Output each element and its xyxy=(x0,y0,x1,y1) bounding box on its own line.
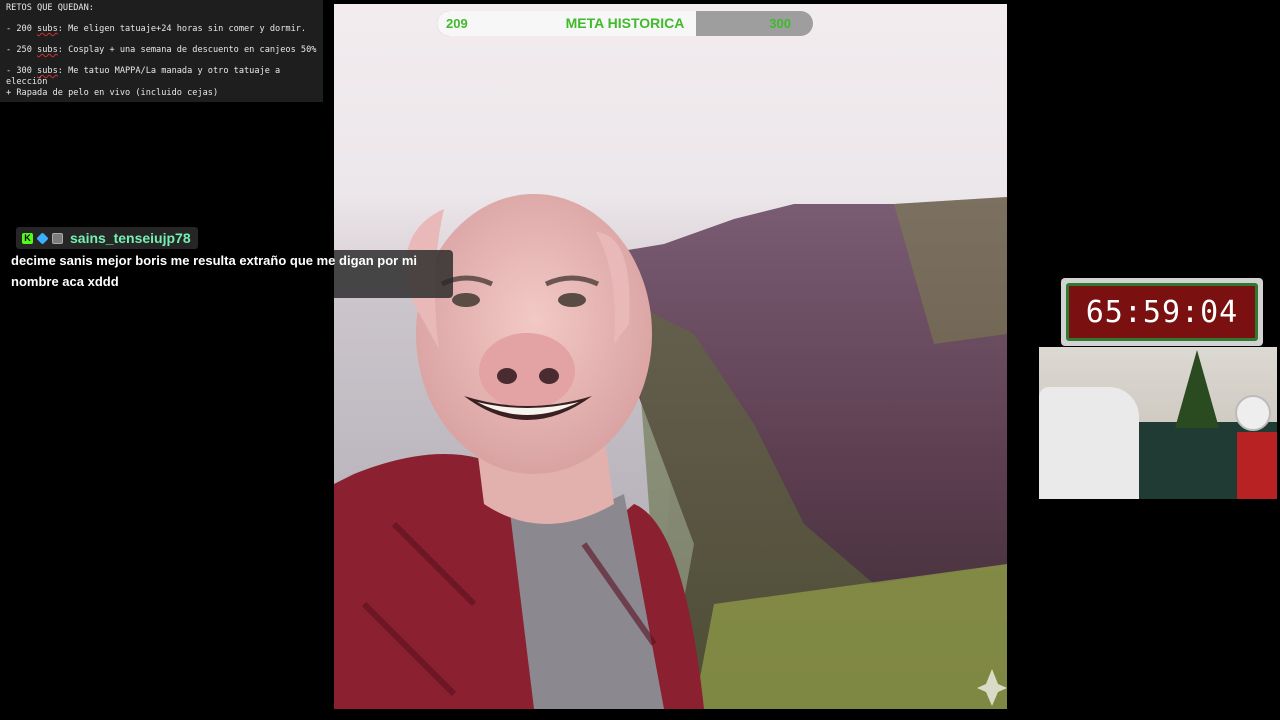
countdown-timer: 65:59:04 xyxy=(1061,278,1263,346)
challenges-title: RETOS QUE QUEDAN: xyxy=(6,3,94,13)
fan-icon xyxy=(1235,395,1271,431)
goal-title: META HISTORICA xyxy=(565,15,685,31)
challenge-item: - 300 subs: Me tatuo MAPPA/La manada y o… xyxy=(6,66,281,98)
stream-main-image xyxy=(334,4,1007,709)
challenges-panel: RETOS QUE QUEDAN: - 200 subs: Me eligen … xyxy=(0,0,323,102)
timer-display: 65:59:04 xyxy=(1066,283,1258,341)
webcam-feed xyxy=(1039,347,1277,499)
chat-username: sains_tenseiujp78 xyxy=(70,230,191,246)
box-badge-icon xyxy=(52,232,63,244)
selfie-scene-illustration xyxy=(334,194,1007,709)
challenge-item: - 200 subs: Me eligen tatuaje+24 horas s… xyxy=(6,24,307,34)
chat-username-tag: K sains_tenseiujp78 xyxy=(16,227,198,249)
gaming-chair xyxy=(1039,387,1139,499)
christmas-tree-icon xyxy=(1175,350,1219,428)
subs-goal-bar: 209 META HISTORICA 300 xyxy=(437,11,813,36)
goal-target-count: 300 xyxy=(769,16,791,31)
chat-message: decime sanis mejor boris me resulta extr… xyxy=(11,250,453,298)
kick-badge-icon: K xyxy=(22,232,33,244)
challenge-item: - 250 subs: Cosplay + una semana de desc… xyxy=(6,45,317,55)
gem-badge-icon xyxy=(36,231,49,245)
